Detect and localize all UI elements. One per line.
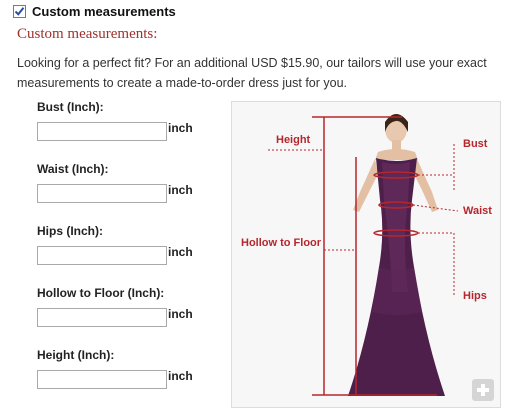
waist-field: Waist (Inch): inch xyxy=(37,162,193,203)
height-input[interactable] xyxy=(37,370,167,389)
section-description: Looking for a perfect fit? For an additi… xyxy=(17,56,487,90)
hollow-to-floor-unit: inch xyxy=(168,307,193,321)
checkmark-icon xyxy=(14,7,25,16)
height-diagram-label: Height xyxy=(276,134,311,146)
hips-input[interactable] xyxy=(37,246,167,265)
bust-input[interactable] xyxy=(37,122,167,141)
hips-label: Hips (Inch): xyxy=(37,224,103,238)
hips-field: Hips (Inch): inch xyxy=(37,224,193,265)
plus-icon[interactable] xyxy=(472,379,494,401)
bust-unit: inch xyxy=(168,121,193,135)
waist-diagram-label: Waist xyxy=(463,205,492,217)
custom-measurements-checkbox[interactable] xyxy=(13,5,26,18)
measurement-guide-image: Height Bust Waist Hollow to Floor Hips xyxy=(231,101,501,408)
bust-field: Bust (Inch): inch xyxy=(37,100,193,141)
hollow-to-floor-diagram-label: Hollow to Floor xyxy=(241,237,322,249)
hips-unit: inch xyxy=(168,245,193,259)
custom-measurements-checkbox-label[interactable]: Custom measurements xyxy=(32,4,176,19)
waist-unit: inch xyxy=(168,183,193,197)
waist-input[interactable] xyxy=(37,184,167,203)
bust-label: Bust (Inch): xyxy=(37,100,104,114)
hollow-to-floor-field: Hollow to Floor (Inch): inch xyxy=(37,286,193,327)
bust-diagram-label: Bust xyxy=(463,138,488,150)
hollow-to-floor-input[interactable] xyxy=(37,308,167,327)
hollow-to-floor-label: Hollow to Floor (Inch): xyxy=(37,286,165,300)
height-unit: inch xyxy=(168,369,193,383)
label-leaders xyxy=(268,144,459,295)
hips-diagram-label: Hips xyxy=(463,290,487,302)
section-title: Custom measurements: xyxy=(17,26,158,42)
custom-measurements-header: Custom measurements xyxy=(13,4,176,19)
measurement-guide-illustration xyxy=(268,114,459,396)
height-label: Height (Inch): xyxy=(37,348,115,362)
height-field: Height (Inch): inch xyxy=(37,348,193,389)
dress-figure xyxy=(348,114,445,396)
waist-label: Waist (Inch): xyxy=(37,162,109,176)
